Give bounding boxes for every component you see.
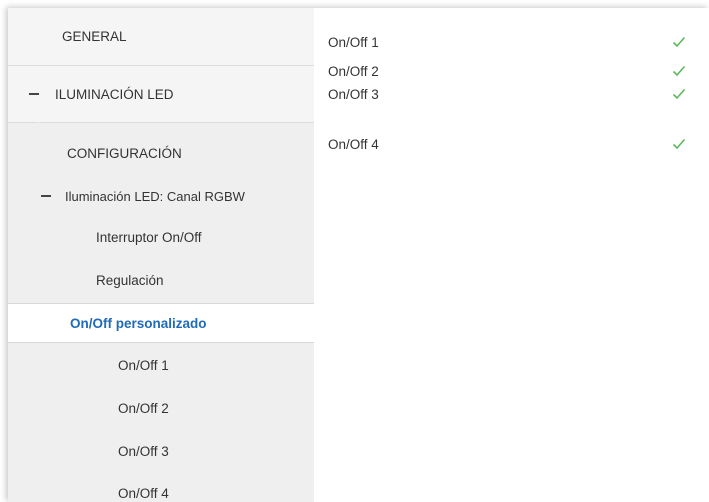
sidebar: GENERAL ILUMINACIÓN LED CONFIGURACIÓN Il…	[8, 8, 315, 502]
checkbox-onoff-4[interactable]	[670, 135, 688, 153]
option-row: On/Off 1	[328, 30, 688, 54]
sidebar-item-label: On/Off 3	[118, 443, 169, 459]
option-label: On/Off 3	[328, 86, 379, 102]
sidebar-item-configuracion[interactable]: CONFIGURACIÓN	[8, 136, 314, 170]
sidebar-item-personalizado[interactable]: On/Off personalizado	[8, 303, 315, 343]
option-row: On/Off 2	[328, 59, 688, 83]
sidebar-item-onoff-1[interactable]: On/Off 1	[8, 348, 314, 382]
sidebar-item-onoff-4[interactable]: On/Off 4	[8, 476, 314, 502]
option-row: On/Off 4	[328, 132, 688, 156]
sidebar-item-onoff-3[interactable]: On/Off 3	[8, 434, 314, 468]
collapse-minus-icon[interactable]	[29, 93, 39, 95]
sidebar-item-label: Interruptor On/Off	[96, 229, 202, 245]
sidebar-item-label: CONFIGURACIÓN	[67, 145, 182, 161]
sidebar-item-label: On/Off 2	[118, 400, 169, 416]
option-label: On/Off 4	[328, 136, 379, 152]
check-icon	[672, 65, 686, 77]
check-icon	[672, 36, 686, 48]
sidebar-item-onoff-2[interactable]: On/Off 2	[8, 391, 314, 425]
sidebar-item-label: On/Off 1	[118, 357, 169, 373]
app-window: GENERAL ILUMINACIÓN LED CONFIGURACIÓN Il…	[8, 8, 709, 502]
sidebar-item-label: GENERAL	[62, 29, 127, 44]
checkbox-onoff-3[interactable]	[670, 85, 688, 103]
sidebar-item-iluminacion-led[interactable]: ILUMINACIÓN LED	[8, 66, 314, 123]
sidebar-item-regulacion[interactable]: Regulación	[8, 263, 314, 297]
main-panel: On/Off 1 On/Off 2 On/Off 3 On/Off 4	[314, 8, 709, 502]
check-icon	[672, 138, 686, 150]
checkbox-onoff-1[interactable]	[670, 33, 688, 51]
sidebar-item-canal-rgbw[interactable]: Iluminación LED: Canal RGBW	[8, 179, 314, 213]
sidebar-item-label: On/Off personalizado	[70, 315, 207, 331]
checkbox-onoff-2[interactable]	[670, 62, 688, 80]
option-label: On/Off 2	[328, 63, 379, 79]
selection-pointer-icon	[30, 115, 46, 123]
sidebar-item-label: Iluminación LED: Canal RGBW	[65, 188, 245, 204]
sidebar-item-general[interactable]: GENERAL	[8, 8, 314, 66]
sidebar-item-label: Regulación	[96, 272, 164, 288]
sidebar-item-label: ILUMINACIÓN LED	[55, 86, 174, 102]
collapse-minus-icon[interactable]	[41, 195, 51, 197]
option-row: On/Off 3	[328, 82, 688, 106]
sidebar-item-interruptor[interactable]: Interruptor On/Off	[8, 220, 314, 254]
check-icon	[672, 88, 686, 100]
sidebar-item-label: On/Off 4	[118, 485, 169, 501]
option-label: On/Off 1	[328, 34, 379, 50]
